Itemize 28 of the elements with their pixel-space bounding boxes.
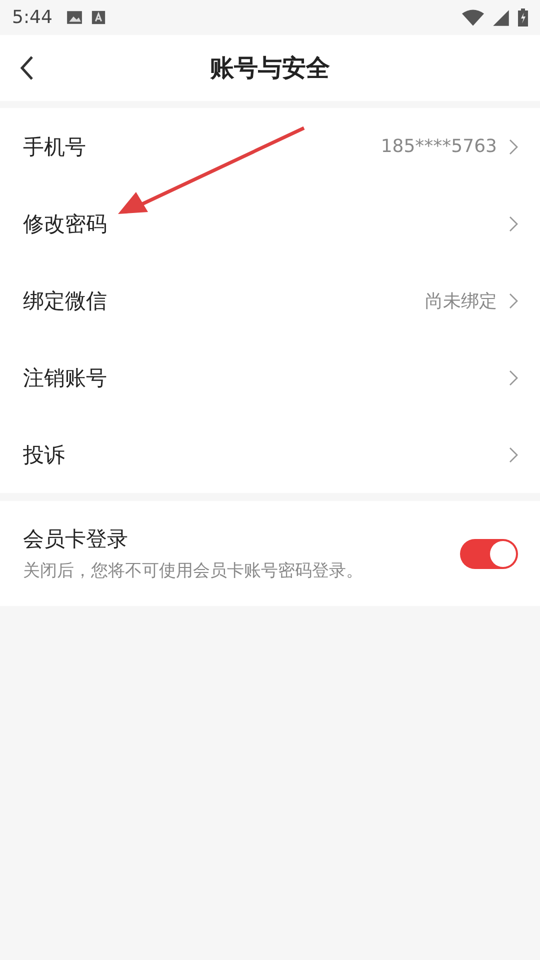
settings-row[interactable]: 投诉 (0, 416, 540, 493)
toggle-description: 关闭后，您将不可使用会员卡账号密码登录。 (23, 560, 364, 582)
notification-icon (91, 10, 106, 25)
chevron-icon (509, 138, 518, 154)
battery-icon (518, 8, 528, 27)
settings-row[interactable]: 修改密码 (0, 185, 540, 262)
chevron-icon (509, 292, 518, 308)
toggle-title: 会员卡登录 (23, 526, 129, 553)
chevron-icon (509, 216, 518, 232)
chevron-icon (509, 370, 518, 386)
row-value: 尚未绑定 (425, 290, 497, 312)
row-label: 手机号 (23, 134, 87, 160)
settings-row[interactable]: 手机号 185****5763 (0, 108, 540, 185)
wifi-icon (462, 8, 484, 26)
settings-row[interactable]: 注销账号 (0, 339, 540, 416)
row-label: 投诉 (23, 442, 66, 468)
toggle-switch[interactable] (460, 538, 518, 568)
back-icon[interactable] (20, 55, 34, 81)
settings-row[interactable]: 绑定微信 尚未绑定 (0, 262, 540, 339)
page-title: 账号与安全 (210, 53, 330, 84)
row-label: 绑定微信 (23, 288, 108, 314)
signal-icon (492, 8, 510, 26)
row-label: 修改密码 (23, 210, 108, 238)
status-time: 5:44 (12, 7, 52, 28)
row-label: 注销账号 (23, 364, 108, 392)
row-value: 185****5763 (380, 136, 497, 157)
chevron-icon (509, 446, 518, 462)
image-icon (66, 9, 84, 26)
